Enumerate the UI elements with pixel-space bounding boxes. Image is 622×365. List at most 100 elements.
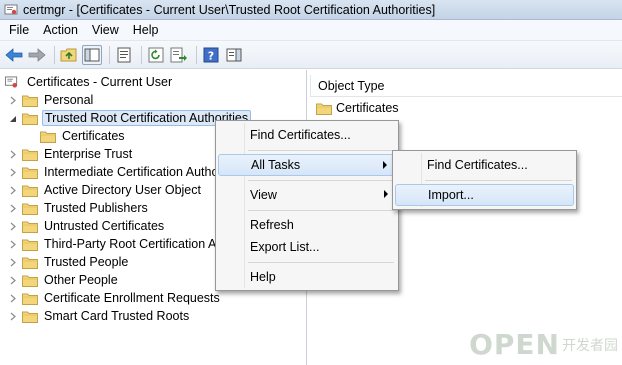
expanded-arrow-icon[interactable] (8, 114, 17, 123)
collapsed-arrow-icon[interactable] (8, 186, 17, 195)
tree-item[interactable]: Intermediate Certification Authorities (8, 163, 247, 181)
menu-item-label: Find Certificates... (250, 128, 351, 142)
menu-item-find-certificates[interactable]: Find Certificates... (218, 124, 396, 146)
menu-item-label: View (250, 188, 277, 202)
menu-action[interactable]: Action (36, 20, 85, 41)
collapsed-arrow-icon[interactable] (8, 258, 17, 267)
menu-item-view[interactable]: View (218, 184, 396, 206)
tree-item[interactable]: Untrusted Certificates (8, 217, 166, 235)
menu-item-all-tasks[interactable]: All Tasks (218, 154, 396, 176)
up-folder-icon[interactable] (59, 45, 79, 65)
menu-separator (248, 210, 394, 211)
toolbar: ? (0, 41, 622, 69)
collapsed-arrow-icon[interactable] (8, 294, 17, 303)
submenu-arrow-icon (384, 190, 388, 198)
title-bar: certmgr - [Certificates - Current User\T… (0, 0, 622, 20)
tree-item[interactable]: Enterprise Trust (8, 145, 134, 163)
collapsed-arrow-icon[interactable] (8, 276, 17, 285)
tree-root-label: Certificates - Current User (27, 75, 173, 89)
tree-item[interactable]: Trusted Publishers (8, 199, 150, 217)
collapsed-arrow-icon[interactable] (8, 96, 17, 105)
menu-item-refresh[interactable]: Refresh (218, 214, 396, 236)
folder-icon (22, 239, 38, 251)
toolbar-separator (196, 45, 197, 64)
certificate-store-icon (5, 75, 18, 88)
list-item[interactable]: Certificates (316, 99, 399, 117)
column-divider (310, 75, 311, 97)
menu-help[interactable]: Help (126, 20, 166, 41)
collapsed-arrow-icon[interactable] (8, 204, 17, 213)
tree-item-label: Certificates (62, 129, 125, 143)
show-action-pane-icon[interactable] (224, 45, 244, 65)
tree-item[interactable]: Active Directory User Object (8, 181, 203, 199)
menu-separator (248, 262, 394, 263)
menu-separator (425, 180, 572, 181)
tree-root[interactable]: Certificates - Current User (4, 73, 174, 91)
back-arrow-icon[interactable] (4, 45, 24, 65)
menu-separator (248, 150, 394, 151)
menu-separator (248, 180, 394, 181)
tree-item[interactable]: Other People (8, 271, 120, 289)
toolbar-separator (141, 45, 142, 64)
menu-item-export-list[interactable]: Export List... (218, 236, 396, 258)
help-icon[interactable]: ? (201, 45, 221, 65)
folder-icon (22, 167, 38, 179)
submenu-item-import[interactable]: Import... (395, 184, 574, 206)
collapsed-arrow-icon[interactable] (8, 240, 17, 249)
collapsed-arrow-icon[interactable] (8, 222, 17, 231)
tree-item[interactable]: Smart Card Trusted Roots (8, 307, 191, 325)
tree-item-label: Smart Card Trusted Roots (44, 309, 190, 323)
show-hide-tree-icon[interactable] (82, 44, 102, 65)
folder-icon (22, 95, 38, 107)
tree-item[interactable]: Trusted People (8, 253, 130, 271)
collapsed-arrow-icon[interactable] (8, 168, 17, 177)
toolbar-separator (54, 45, 55, 64)
menu-item-label: Help (250, 270, 276, 284)
certificate-app-icon (4, 4, 18, 14)
submenu-item-find-certificates[interactable]: Find Certificates... (395, 154, 574, 176)
folder-icon (22, 275, 38, 287)
folder-icon (22, 221, 38, 233)
folder-icon (22, 203, 38, 215)
tree-item[interactable]: Certificate Enrollment Requests (8, 289, 222, 307)
properties-icon[interactable] (114, 45, 134, 65)
watermark-logo: OPEN 开发者园 (469, 328, 618, 361)
folder-icon (22, 311, 38, 323)
menu-bar: File Action View Help (0, 20, 622, 41)
menu-item-label: Export List... (250, 240, 320, 254)
forward-arrow-icon[interactable] (27, 45, 47, 65)
tree-item-label: Enterprise Trust (44, 147, 133, 161)
menu-item-label: All Tasks (251, 158, 301, 172)
tree-item-label: Personal (44, 93, 94, 107)
folder-icon (22, 113, 38, 125)
context-menu: Find Certificates... All Tasks View Refr… (215, 120, 399, 291)
svg-text:?: ? (208, 49, 214, 62)
menu-view[interactable]: View (85, 20, 126, 41)
collapsed-arrow-icon[interactable] (8, 312, 17, 321)
menu-file[interactable]: File (2, 20, 36, 41)
submenu-arrow-icon (383, 161, 387, 169)
tree-item[interactable]: Personal (8, 91, 95, 109)
watermark-main: OPEN (469, 328, 560, 361)
watermark-sub: 开发者园 (562, 337, 618, 354)
all-tasks-submenu: Find Certificates... Import... (392, 150, 577, 210)
toolbar-separator (109, 45, 110, 64)
menu-item-label: Find Certificates... (427, 158, 528, 172)
menu-item-label: Refresh (250, 218, 294, 232)
menu-item-label: Import... (428, 188, 474, 202)
tree-child-item[interactable]: Certificates (40, 127, 127, 145)
collapsed-arrow-icon[interactable] (8, 150, 17, 159)
column-header-object-type[interactable]: Object Type (310, 75, 622, 97)
menu-item-help[interactable]: Help (218, 266, 396, 288)
refresh-icon[interactable] (146, 45, 166, 65)
tree-item-label: Certificate Enrollment Requests (44, 291, 220, 305)
export-list-icon[interactable] (169, 45, 189, 65)
tree-item-label: Trusted People (44, 255, 129, 269)
tree-item-label: Other People (44, 273, 118, 287)
folder-icon (316, 103, 332, 115)
tree-item-label: Active Directory User Object (44, 183, 201, 197)
tree-item-label: Trusted Publishers (44, 201, 148, 215)
folder-icon (22, 185, 38, 197)
window-title: certmgr - [Certificates - Current User\T… (23, 2, 436, 17)
folder-icon (40, 131, 56, 143)
